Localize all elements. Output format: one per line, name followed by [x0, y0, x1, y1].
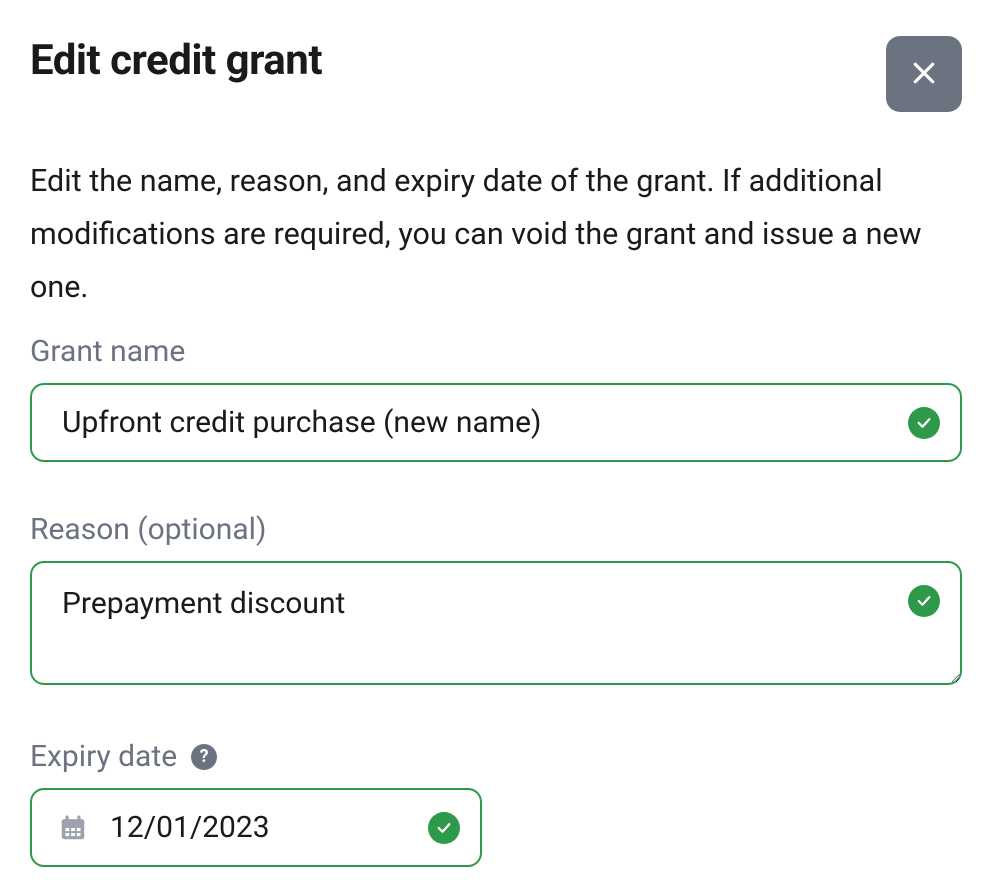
reason-input[interactable]: Prepayment discount: [30, 561, 962, 685]
grant-name-input-wrap: [30, 383, 962, 462]
close-button[interactable]: [886, 36, 962, 112]
expiry-input-wrap: [30, 788, 482, 867]
checkmark-icon: [908, 407, 940, 439]
grant-name-input[interactable]: [30, 383, 962, 462]
reason-label: Reason (optional): [30, 512, 962, 547]
expiry-label-text: Expiry date: [30, 739, 177, 774]
dialog-description: Edit the name, reason, and expiry date o…: [30, 156, 962, 314]
expiry-group: Expiry date ?: [30, 739, 962, 867]
dialog-title: Edit credit grant: [30, 36, 322, 85]
expiry-input[interactable]: [30, 788, 482, 867]
reason-group: Reason (optional) Prepayment discount: [30, 512, 962, 689]
checkmark-icon: [908, 585, 940, 617]
calendar-icon: [58, 813, 88, 843]
dialog-header: Edit credit grant: [30, 36, 962, 112]
grant-name-label: Grant name: [30, 334, 962, 369]
checkmark-icon: [428, 812, 460, 844]
grant-name-group: Grant name: [30, 334, 962, 462]
reason-input-wrap: Prepayment discount: [30, 561, 962, 689]
close-icon: [909, 58, 939, 91]
expiry-label: Expiry date ?: [30, 739, 962, 774]
help-icon[interactable]: ?: [191, 744, 217, 770]
